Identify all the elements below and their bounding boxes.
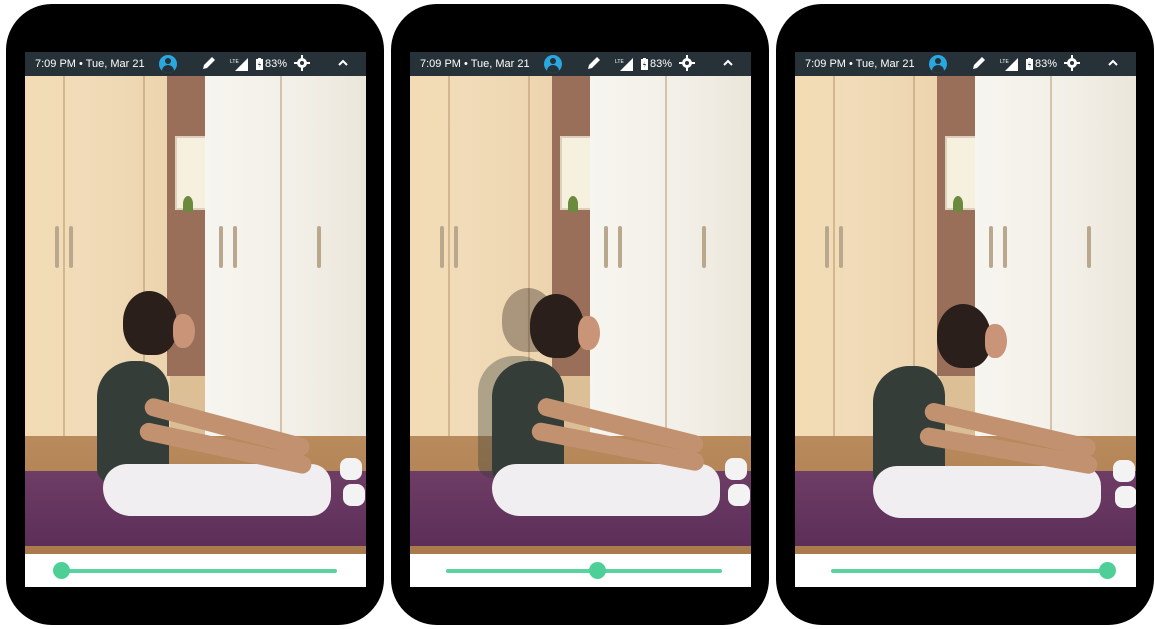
slider-track[interactable] <box>446 569 722 573</box>
phone-frame-1: 7:09 PM • Tue, Mar 21 LTE 83% <box>6 4 384 625</box>
signal-label: LTE <box>230 59 239 65</box>
gear-icon[interactable] <box>679 55 695 71</box>
slider-track[interactable] <box>61 569 337 573</box>
slider-knob[interactable] <box>1098 562 1116 579</box>
signal-label: LTE <box>615 59 624 65</box>
battery-percent: 83% <box>650 58 673 70</box>
status-bar: 7:09 PM • Tue, Mar 21 LTE 83% <box>25 52 366 76</box>
signal-label: LTE <box>1000 59 1009 65</box>
phone-screen-2: 7:09 PM • Tue, Mar 21 LTE 83% <box>410 52 751 587</box>
video-frame <box>410 76 751 554</box>
signal-icon: LTE <box>615 58 633 71</box>
frame-slider[interactable] <box>410 554 751 587</box>
person-figure <box>25 76 366 554</box>
status-bar: 7:09 PM • Tue, Mar 21 LTE 83% <box>410 52 751 76</box>
pencil-icon[interactable] <box>586 55 602 71</box>
signal-icon: LTE <box>230 58 248 71</box>
battery-icon <box>1026 58 1033 70</box>
avatar-icon[interactable] <box>544 55 562 73</box>
status-bar: 7:09 PM • Tue, Mar 21 LTE 83% <box>795 52 1136 76</box>
avatar-icon[interactable] <box>929 55 947 73</box>
frame-slider[interactable] <box>795 554 1136 587</box>
gear-icon[interactable] <box>294 55 310 71</box>
status-time: 7:09 PM • Tue, Mar 21 <box>35 58 145 70</box>
video-frame <box>25 76 366 554</box>
phone-frame-3: 7:09 PM • Tue, Mar 21 LTE 83% <box>776 4 1154 625</box>
status-time: 7:09 PM • Tue, Mar 21 <box>420 58 530 70</box>
phone-screen-3: 7:09 PM • Tue, Mar 21 LTE 83% <box>795 52 1136 587</box>
battery-icon <box>256 58 263 70</box>
status-time: 7:09 PM • Tue, Mar 21 <box>805 58 915 70</box>
battery-percent: 83% <box>265 58 288 70</box>
person-figure <box>410 76 751 554</box>
video-frame <box>795 76 1136 554</box>
chevron-up-icon[interactable] <box>336 56 350 70</box>
slider-knob[interactable] <box>589 562 607 579</box>
slider-track[interactable] <box>831 569 1107 573</box>
frame-slider[interactable] <box>25 554 366 587</box>
signal-icon: LTE <box>1000 58 1018 71</box>
avatar-icon[interactable] <box>159 55 177 73</box>
slider-knob[interactable] <box>52 562 70 579</box>
chevron-up-icon[interactable] <box>721 56 735 70</box>
gear-icon[interactable] <box>1064 55 1080 71</box>
person-figure <box>795 76 1136 554</box>
pencil-icon[interactable] <box>201 55 217 71</box>
battery-percent: 83% <box>1035 58 1058 70</box>
chevron-up-icon[interactable] <box>1106 56 1120 70</box>
pencil-icon[interactable] <box>971 55 987 71</box>
phone-screen-1: 7:09 PM • Tue, Mar 21 LTE 83% <box>25 52 366 587</box>
battery-icon <box>641 58 648 70</box>
phone-frame-2: 7:09 PM • Tue, Mar 21 LTE 83% <box>391 4 769 625</box>
